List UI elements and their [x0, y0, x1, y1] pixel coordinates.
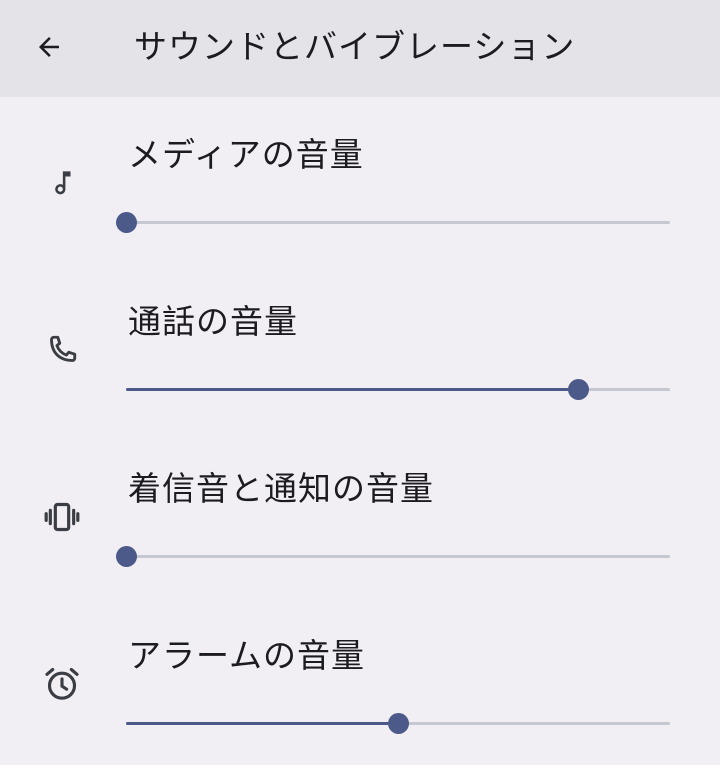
slider-thumb[interactable]	[567, 379, 589, 400]
media-volume-label: メディアの音量	[128, 135, 364, 174]
alarm-volume-row: アラームの音量	[0, 598, 720, 765]
slider-thumb[interactable]	[388, 713, 409, 734]
arrow-back-icon	[34, 32, 64, 66]
app-bar: サウンドとバイブレーション	[0, 0, 720, 97]
page-title: サウンドとバイブレーション	[134, 27, 576, 66]
slider-fill	[126, 388, 578, 391]
alarm-icon	[38, 660, 86, 708]
slider-thumb[interactable]	[116, 212, 137, 233]
slider-thumb[interactable]	[116, 546, 137, 567]
media-volume-row: メディアの音量	[0, 97, 720, 264]
call-volume-label: 通話の音量	[128, 302, 298, 341]
volume-settings-list: メディアの音量 通話の音量 着信音と通知の音量 アラームの音量	[0, 97, 720, 734]
slider-track	[126, 555, 670, 558]
call-volume-slider[interactable]	[110, 370, 690, 410]
call-volume-row: 通話の音量	[0, 264, 720, 431]
vibrate-icon	[38, 493, 86, 541]
ring-volume-label: 着信音と通知の音量	[128, 469, 434, 508]
alarm-volume-label: アラームの音量	[128, 636, 366, 675]
alarm-volume-slider[interactable]	[110, 704, 690, 744]
ring-volume-row: 着信音と通知の音量	[0, 431, 720, 598]
music-note-icon	[38, 158, 86, 206]
ring-volume-slider[interactable]	[110, 537, 690, 577]
slider-fill	[126, 722, 398, 725]
phone-icon	[38, 326, 86, 374]
media-volume-slider[interactable]	[110, 203, 690, 243]
slider-track	[126, 221, 670, 224]
back-button[interactable]	[26, 26, 72, 72]
